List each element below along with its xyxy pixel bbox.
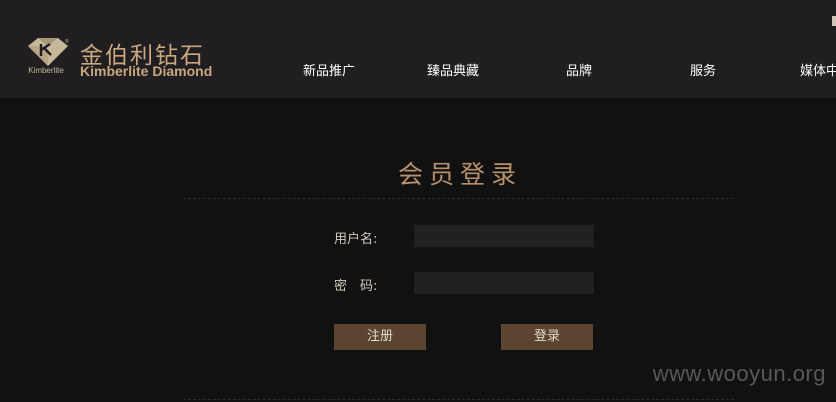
register-button[interactable]: 注册 [334,324,426,350]
login-title: 会员登录 [397,160,522,189]
logo-mark-text: Kimberlite [28,66,64,75]
header-corner-fragment [832,16,836,26]
nav-item-media-center[interactable]: 媒体中 [800,60,836,79]
svg-text:®: ® [65,38,69,45]
nav-item-service[interactable]: 服务 [690,60,716,79]
login-button[interactable]: 登录 [501,324,593,350]
watermark-text: www.wooyun.org [652,361,826,386]
nav-item-collection[interactable]: 臻品典藏 [427,60,479,79]
username-label: 用户名: [334,232,378,247]
form-bottom-divider [183,399,734,400]
brand-name-english: Kimberlite Diamond [80,63,213,79]
title-divider [183,198,734,199]
password-label: 密 码: [334,279,378,294]
username-input[interactable] [414,225,594,247]
nav-item-brand[interactable]: 品牌 [566,60,592,79]
brand-logo[interactable]: ® Kimberlite 金伯利钻石 Kimberlite Diamond [22,36,252,82]
password-input[interactable] [414,272,594,294]
nav-item-new-products[interactable]: 新品推广 [303,60,355,79]
site-header: ® Kimberlite 金伯利钻石 Kimberlite Diamond 新品… [0,0,836,98]
diamond-logo-icon: ® [28,38,69,66]
